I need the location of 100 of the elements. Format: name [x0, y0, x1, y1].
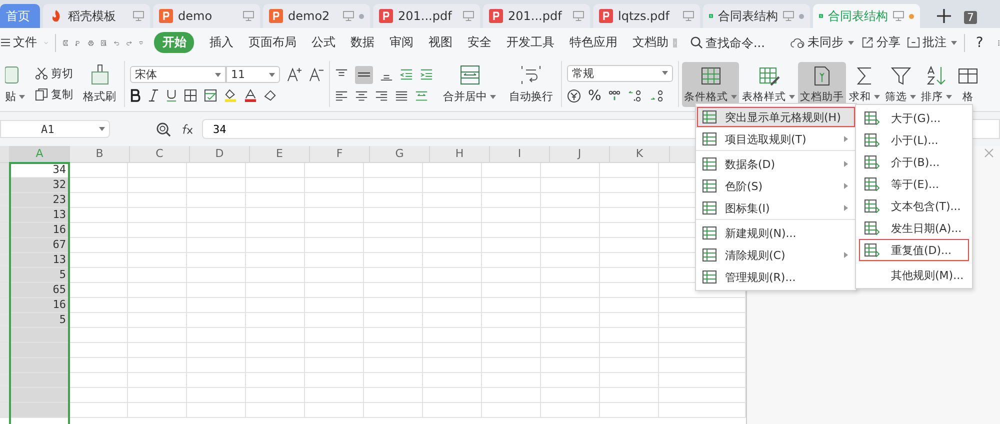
share-button[interactable]: 分享	[861, 34, 900, 51]
column-header[interactable]: G	[370, 146, 430, 162]
decrease-indent-icon[interactable]	[400, 68, 413, 81]
fill-color-icon[interactable]	[224, 89, 237, 102]
ribbon-tool-button[interactable]: 求和	[847, 62, 882, 106]
increase-decimal-icon[interactable]	[628, 89, 644, 102]
column-header[interactable]: K	[610, 146, 670, 162]
submenu-arrow-icon	[844, 136, 848, 142]
justify-icon[interactable]	[395, 90, 408, 102]
ribbon-tab[interactable]: 安全	[463, 32, 496, 53]
copy-button[interactable]: 复制	[35, 87, 73, 102]
ribbon-tab[interactable]: 特色应用	[565, 32, 622, 53]
zoom-icon[interactable]	[156, 122, 171, 136]
ribbon-tab[interactable]: 公式	[307, 32, 340, 53]
column-header[interactable]: D	[190, 146, 250, 162]
caret-icon	[951, 40, 958, 44]
number-format-dropdown[interactable]: 常规	[567, 64, 673, 82]
menu-item[interactable]: 突出显示单元格规则(H)	[696, 106, 856, 128]
ribbon-tab[interactable]: 开发工具	[502, 32, 558, 53]
decrease-decimal-icon[interactable]	[650, 89, 666, 102]
menu-item[interactable]: 清除规则(C)	[696, 244, 856, 266]
currency-icon[interactable]	[567, 88, 581, 102]
row-header[interactable]	[0, 403, 10, 417]
name-box[interactable]: A1	[0, 120, 110, 138]
file-menu[interactable]: 文件	[1, 34, 37, 51]
paste-button[interactable]: 贴	[5, 61, 28, 107]
customize-icon[interactable]	[139, 38, 144, 46]
ribbon-tool-button[interactable]: 格	[955, 62, 981, 106]
tab-count-badge[interactable]: 7	[964, 11, 977, 24]
italic-icon[interactable]	[148, 89, 159, 102]
menu-item[interactable]: 图标集(I)	[696, 197, 856, 219]
menu-item[interactable]: 发生日期(A)...	[859, 217, 969, 239]
column-header[interactable]: H	[430, 146, 490, 162]
format-painter-button[interactable]: 格式刷	[80, 61, 119, 107]
menu-item[interactable]: 介于(B)...	[859, 151, 969, 173]
font-size-dropdown[interactable]: 11	[226, 66, 280, 83]
ribbon-tool-button[interactable]: 筛选	[883, 62, 918, 106]
document-tab[interactable]: 201...pdf	[483, 4, 590, 28]
percent-button[interactable]: %	[588, 88, 602, 104]
ribbon-tab[interactable]: 审阅	[385, 32, 418, 53]
document-tab[interactable]: 合同表结构	[703, 4, 810, 28]
sync-button[interactable]: 未同步	[790, 34, 854, 51]
pdf-icon	[489, 9, 503, 23]
menu-item[interactable]: 文本包含(T)...	[859, 195, 969, 217]
ribbon-tab[interactable]: 插入	[205, 32, 238, 53]
underline-icon[interactable]	[166, 89, 177, 102]
ribbon-tab[interactable]: 文档助	[628, 32, 672, 53]
command-search[interactable]: 查找命令...	[690, 36, 784, 50]
ribbon-tool-button[interactable]: 排序	[919, 62, 954, 106]
help-button[interactable]: ?	[976, 34, 984, 50]
tab-label: lqtzs.pdf	[618, 9, 671, 23]
column-header[interactable]: B	[70, 146, 130, 162]
wrap-text-button[interactable]: 自动换行	[506, 61, 556, 107]
rule-icon	[864, 243, 880, 257]
caret-icon	[99, 127, 105, 131]
table-cell: 65	[10, 283, 69, 297]
cell-style-icon[interactable]	[204, 89, 217, 102]
document-tab[interactable]: demo2	[263, 4, 370, 28]
ribbon-tab[interactable]: 数据	[346, 32, 378, 53]
menu-item[interactable]: 色阶(S)	[696, 175, 856, 197]
column-header[interactable]: F	[310, 146, 370, 162]
cut-button[interactable]: 剪切	[35, 66, 73, 81]
merge-center-button[interactable]: 合并居中	[440, 61, 499, 107]
document-tab[interactable]: demo	[153, 4, 260, 28]
add-icon[interactable]	[937, 9, 951, 23]
column-header[interactable]: C	[130, 146, 190, 162]
menu-item[interactable]: 等于(E)...	[859, 173, 969, 195]
align-middle-icon[interactable]	[355, 66, 373, 84]
font-color-icon[interactable]	[244, 89, 257, 102]
row-header[interactable]	[0, 163, 10, 177]
document-tab[interactable]: 201...pdf	[373, 4, 480, 28]
ribbon-tool-button[interactable]: 表格样式	[740, 62, 797, 106]
ribbon-tab[interactable]: 页面布局	[244, 32, 300, 53]
align-right-icon[interactable]	[375, 90, 388, 102]
column-header[interactable]: I	[490, 146, 550, 162]
align-center-icon[interactable]	[355, 90, 368, 102]
increase-font-icon[interactable]	[287, 67, 302, 82]
menu-item[interactable]: 其他规则(M)...	[859, 261, 969, 286]
rule-icon	[864, 177, 880, 191]
document-tab[interactable]: 稻壳模板	[43, 4, 150, 28]
increase-indent-icon[interactable]	[420, 68, 433, 81]
scissors-icon	[35, 67, 48, 80]
column-header[interactable]: J	[550, 146, 610, 162]
comment-button[interactable]: 批注	[907, 34, 958, 51]
font-name-dropdown[interactable]: 宋体	[130, 66, 226, 83]
ribbon-tab[interactable]: 视图	[424, 32, 456, 53]
decrease-font-icon[interactable]	[309, 67, 324, 82]
column-header[interactable]: E	[250, 146, 310, 162]
align-left-icon[interactable]	[335, 90, 348, 102]
document-tab[interactable]: lqtzs.pdf	[593, 4, 700, 28]
menu-item[interactable]: 重复值(D)...	[859, 239, 969, 261]
bold-icon[interactable]	[130, 89, 141, 102]
eraser-icon[interactable]	[264, 89, 277, 102]
borders-icon[interactable]	[184, 89, 197, 102]
distribute-icon[interactable]	[415, 90, 428, 102]
thousands-separator-icon[interactable]	[608, 89, 622, 102]
ribbon-tool-button[interactable]: 条件格式	[682, 62, 739, 106]
menu-item[interactable]: 管理规则(R)...	[696, 266, 856, 288]
presentation-icon	[159, 9, 173, 23]
copy-icon	[35, 88, 48, 101]
